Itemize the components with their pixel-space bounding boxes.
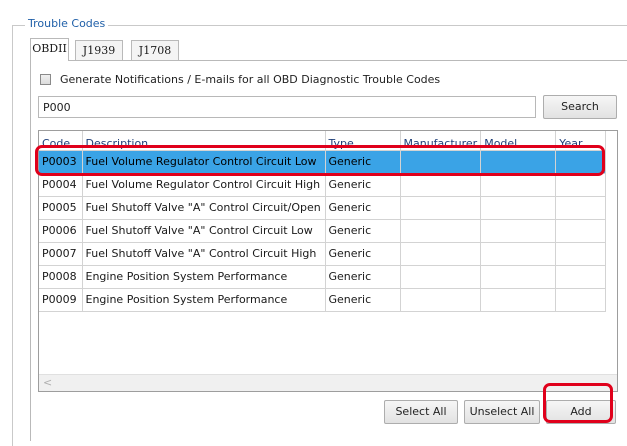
- cell-year: [555, 196, 607, 220]
- cell-description: Fuel Volume Regulator Control Circuit Hi…: [82, 173, 326, 197]
- cell-type: Generic: [325, 288, 401, 312]
- column-header-model[interactable]: Model: [480, 131, 557, 151]
- table-row[interactable]: P0004 Fuel Volume Regulator Control Circ…: [39, 173, 607, 197]
- table-row[interactable]: P0006 Fuel Shutoff Valve "A" Control Cir…: [39, 219, 607, 243]
- notify-checkbox[interactable]: [40, 74, 51, 85]
- cell-year: [555, 242, 607, 266]
- table-row[interactable]: P0008 Engine Position System Performance…: [39, 265, 607, 289]
- notify-checkbox-label: Generate Notifications / E-mails for all…: [60, 73, 441, 86]
- cell-model: [480, 173, 557, 197]
- trouble-codes-grid: Code Description Type Manufacturer Model…: [38, 130, 618, 392]
- table-row[interactable]: P0007 Fuel Shutoff Valve "A" Control Cir…: [39, 242, 607, 266]
- group-title: Trouble Codes: [25, 17, 109, 31]
- cell-manufacturer: [400, 265, 482, 289]
- table-row[interactable]: P0003 Fuel Volume Regulator Control Circ…: [39, 150, 607, 174]
- cell-model: [480, 288, 557, 312]
- column-header-type[interactable]: Type: [325, 131, 401, 151]
- cell-type: Generic: [325, 150, 401, 174]
- cell-model: [480, 219, 557, 243]
- column-header-code[interactable]: Code: [39, 131, 83, 151]
- column-header-year[interactable]: Year: [555, 131, 607, 151]
- cell-model: [480, 150, 557, 174]
- cell-code: P0007: [39, 242, 83, 266]
- add-button[interactable]: Add: [546, 400, 616, 424]
- cell-code: P0003: [39, 150, 83, 174]
- cell-manufacturer: [400, 196, 482, 220]
- cell-code: P0005: [39, 196, 83, 220]
- cell-year: [555, 219, 607, 243]
- cell-year: [555, 150, 607, 174]
- search-input[interactable]: [38, 96, 536, 118]
- cell-model: [480, 265, 557, 289]
- select-all-button[interactable]: Select All: [384, 400, 458, 424]
- table-row[interactable]: P0009 Engine Position System Performance…: [39, 288, 607, 312]
- cell-model: [480, 196, 557, 220]
- cell-manufacturer: [400, 150, 482, 174]
- tab-obdii[interactable]: OBDII: [30, 38, 69, 61]
- cell-type: Generic: [325, 265, 401, 289]
- search-button[interactable]: Search: [543, 95, 617, 119]
- cell-description: Fuel Shutoff Valve "A" Control Circuit H…: [82, 242, 326, 266]
- table-row[interactable]: P0005 Fuel Shutoff Valve "A" Control Cir…: [39, 196, 607, 220]
- cell-description: Fuel Shutoff Valve "A" Control Circuit L…: [82, 219, 326, 243]
- cell-description: Engine Position System Performance: [82, 288, 326, 312]
- cell-code: P0008: [39, 265, 83, 289]
- codes-table: Code Description Type Manufacturer Model…: [39, 131, 607, 312]
- unselect-all-button[interactable]: Unselect All: [464, 400, 540, 424]
- cell-manufacturer: [400, 219, 482, 243]
- cell-year: [555, 288, 607, 312]
- scroll-left-arrow-icon[interactable]: <: [43, 376, 52, 389]
- cell-type: Generic: [325, 173, 401, 197]
- cell-code: P0004: [39, 173, 83, 197]
- column-header-description[interactable]: Description: [82, 131, 326, 151]
- column-header-manufacturer[interactable]: Manufacturer: [400, 131, 482, 151]
- cell-manufacturer: [400, 288, 482, 312]
- cell-code: P0009: [39, 288, 83, 312]
- cell-year: [555, 173, 607, 197]
- cell-manufacturer: [400, 173, 482, 197]
- cell-description: Fuel Shutoff Valve "A" Control Circuit/O…: [82, 196, 326, 220]
- horizontal-scrollbar[interactable]: <: [39, 374, 617, 391]
- cell-description: Fuel Volume Regulator Control Circuit Lo…: [82, 150, 326, 174]
- cell-type: Generic: [325, 219, 401, 243]
- tab-j1939[interactable]: J1939: [75, 40, 123, 60]
- cell-type: Generic: [325, 242, 401, 266]
- cell-description: Engine Position System Performance: [82, 265, 326, 289]
- cell-type: Generic: [325, 196, 401, 220]
- table-header-row: Code Description Type Manufacturer Model…: [39, 131, 607, 151]
- cell-manufacturer: [400, 242, 482, 266]
- tab-j1708[interactable]: J1708: [131, 40, 179, 60]
- cell-code: P0006: [39, 219, 83, 243]
- cell-year: [555, 265, 607, 289]
- cell-model: [480, 242, 557, 266]
